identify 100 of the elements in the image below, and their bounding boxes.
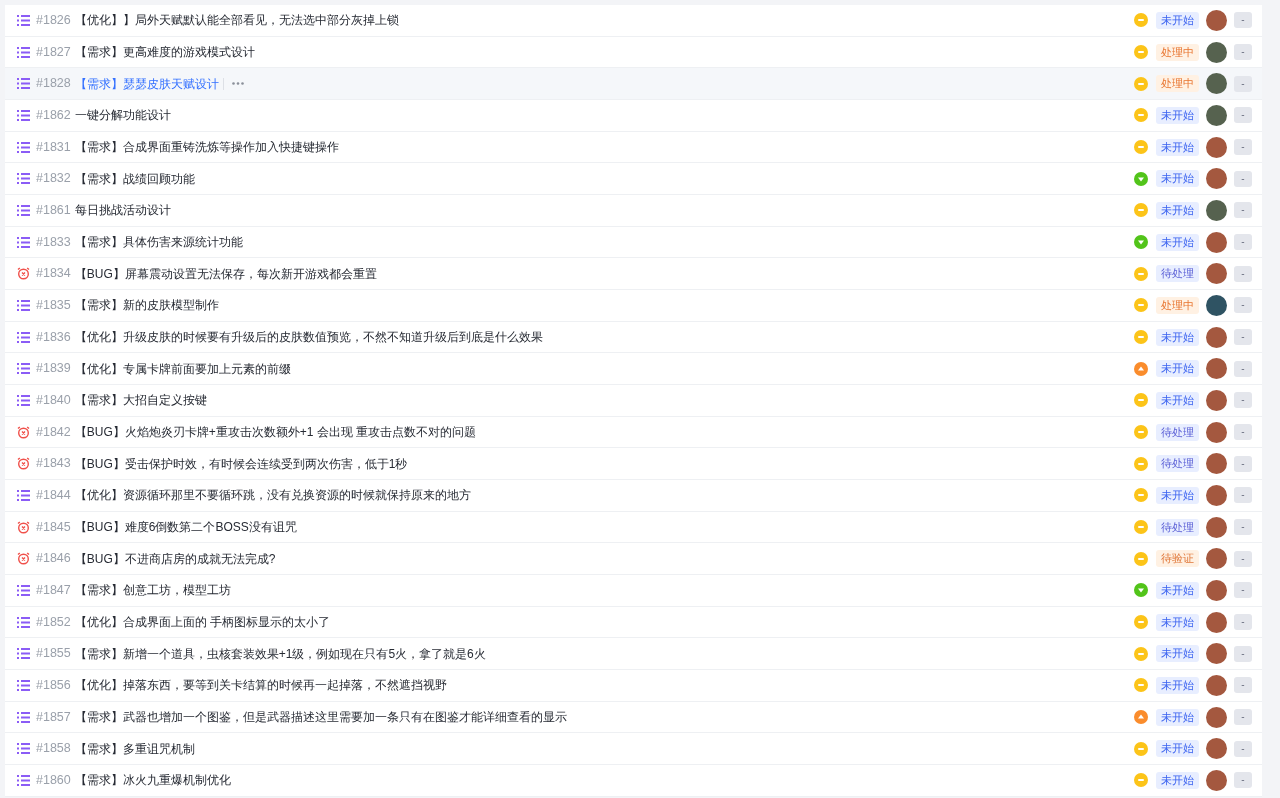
status-tag[interactable]: 处理中: [1156, 43, 1199, 61]
field-value[interactable]: -: [1234, 550, 1252, 567]
status-tag[interactable]: 未开始: [1156, 771, 1199, 789]
issue-title[interactable]: 【需求】战绩回顾功能: [74, 169, 195, 188]
avatar-icon[interactable]: [1206, 579, 1227, 601]
status-tag[interactable]: 未开始: [1156, 11, 1199, 29]
field-value[interactable]: -: [1234, 740, 1252, 757]
status-tag[interactable]: 未开始: [1156, 645, 1199, 663]
field-value[interactable]: -: [1234, 614, 1252, 631]
status-tag[interactable]: 处理中: [1156, 75, 1199, 93]
issue-title[interactable]: 【需求】多重诅咒机制: [74, 739, 195, 758]
avatar-icon[interactable]: [1206, 358, 1227, 380]
status-tag[interactable]: 未开始: [1156, 233, 1199, 251]
field-value[interactable]: -: [1234, 582, 1252, 599]
issue-title[interactable]: 【优化】资源循环那里不要循环跳，没有兑换资源的时候就保持原来的地方: [74, 486, 471, 505]
avatar-icon[interactable]: [1206, 73, 1227, 95]
avatar-icon[interactable]: [1206, 294, 1227, 316]
issue-title[interactable]: 【优化】掉落东西，要等到关卡结算的时候再一起掉落，不然遮挡视野: [74, 676, 447, 695]
status-tag[interactable]: 待处理: [1156, 265, 1199, 283]
issue-title[interactable]: 【需求】瑟瑟皮肤天赋设计: [74, 74, 219, 93]
field-value[interactable]: -: [1234, 392, 1252, 409]
avatar-icon[interactable]: [1206, 326, 1227, 348]
field-value[interactable]: -: [1234, 360, 1252, 377]
status-tag[interactable]: 未开始: [1156, 328, 1199, 346]
avatar-icon[interactable]: [1206, 674, 1227, 696]
issue-title[interactable]: 【优化】专属卡牌前面要加上元素的前缀: [74, 359, 291, 378]
field-value[interactable]: -: [1234, 265, 1252, 282]
avatar-icon[interactable]: [1206, 769, 1227, 791]
avatar-icon[interactable]: [1206, 738, 1227, 760]
field-value[interactable]: -: [1234, 139, 1252, 155]
issue-title[interactable]: 【BUG】火焰炮炎刃卡牌+重攻击次数额外+1 会出现 重攻击点数不对的问题: [74, 423, 477, 442]
status-tag[interactable]: 未开始: [1156, 360, 1199, 378]
field-value[interactable]: -: [1234, 519, 1252, 536]
avatar-icon[interactable]: [1206, 548, 1227, 570]
more-icon[interactable]: [231, 82, 244, 86]
field-value[interactable]: -: [1234, 424, 1252, 441]
issue-title[interactable]: 【需求】武器也增加一个图鉴，但是武器描述这里需要加一条只有在图鉴才能详细查看的显示: [74, 708, 567, 727]
avatar-icon[interactable]: [1206, 263, 1227, 285]
avatar-icon[interactable]: [1206, 484, 1227, 506]
status-tag[interactable]: 未开始: [1156, 708, 1199, 726]
avatar-icon[interactable]: [1206, 168, 1227, 190]
status-tag[interactable]: 未开始: [1156, 740, 1199, 758]
avatar-icon[interactable]: [1206, 611, 1227, 633]
issue-title[interactable]: 【需求】冰火九重爆机制优化: [74, 771, 231, 790]
field-value[interactable]: -: [1234, 297, 1252, 314]
status-tag[interactable]: 待验证: [1156, 550, 1199, 568]
issue-title[interactable]: 一键分解功能设计: [74, 106, 171, 125]
issue-title[interactable]: 【优化】合成界面上面的 手柄图标显示的太小了: [74, 613, 331, 632]
avatar-icon[interactable]: [1206, 104, 1227, 126]
issue-title[interactable]: 每日挑战活动设计: [74, 201, 171, 220]
issue-title[interactable]: 【优化】】局外天赋默认能全部看见，无法选中部分灰掉上锁: [74, 11, 399, 30]
issue-title[interactable]: 【需求】新增一个道具，虫核套装效果+1级，例如现在只有5火，拿了就是6火: [74, 644, 486, 663]
status-tag[interactable]: 未开始: [1156, 201, 1199, 219]
issue-row[interactable]: #1828 【需求】瑟瑟皮肤天赋设计 处理中 -: [5, 68, 1262, 100]
status-tag[interactable]: 未开始: [1156, 170, 1199, 188]
field-value[interactable]: -: [1234, 772, 1252, 789]
avatar-icon[interactable]: [1206, 643, 1227, 665]
avatar-icon[interactable]: [1206, 41, 1227, 63]
issue-title[interactable]: 【优化】升级皮肤的时候要有升级后的皮肤数值预览，不然不知道升级后到底是什么效果: [74, 328, 543, 347]
status-tag[interactable]: 未开始: [1156, 486, 1199, 504]
status-tag[interactable]: 未开始: [1156, 106, 1199, 124]
field-value[interactable]: -: [1234, 329, 1252, 346]
status-tag[interactable]: 待处理: [1156, 455, 1199, 473]
issue-title[interactable]: 【需求】合成界面重铸洗炼等操作加入快捷键操作: [74, 138, 339, 156]
field-value[interactable]: -: [1234, 44, 1252, 60]
avatar-icon[interactable]: [1206, 231, 1227, 253]
avatar-icon[interactable]: [1206, 389, 1227, 411]
avatar-icon[interactable]: [1206, 453, 1227, 475]
issue-title[interactable]: 【BUG】屏幕震动设置无法保存，每次新开游戏都会重置: [74, 264, 377, 283]
field-value[interactable]: -: [1234, 455, 1252, 472]
field-value[interactable]: -: [1234, 234, 1252, 251]
status-tag[interactable]: 未开始: [1156, 138, 1199, 156]
field-value[interactable]: -: [1234, 645, 1252, 662]
issue-title[interactable]: 【BUG】不进商店房的成就无法完成?: [74, 549, 276, 568]
field-value[interactable]: -: [1234, 709, 1252, 726]
avatar-icon[interactable]: [1206, 706, 1227, 728]
issue-title[interactable]: 【需求】大招自定义按键: [74, 391, 207, 410]
status-tag[interactable]: 未开始: [1156, 613, 1199, 631]
issue-title[interactable]: 【BUG】难度6倒数第二个BOSS没有诅咒: [74, 518, 297, 537]
field-value[interactable]: -: [1234, 487, 1252, 504]
avatar-icon[interactable]: [1206, 199, 1227, 221]
status-tag[interactable]: 处理中: [1156, 296, 1199, 314]
status-tag[interactable]: 待处理: [1156, 518, 1199, 536]
status-tag[interactable]: 未开始: [1156, 391, 1199, 409]
status-tag[interactable]: 未开始: [1156, 581, 1199, 599]
avatar-icon[interactable]: [1206, 136, 1227, 158]
issue-title[interactable]: 【需求】更高难度的游戏模式设计: [74, 43, 255, 61]
field-value[interactable]: -: [1234, 677, 1252, 694]
status-tag[interactable]: 未开始: [1156, 676, 1199, 694]
avatar-icon[interactable]: [1206, 9, 1227, 31]
field-value[interactable]: -: [1234, 75, 1252, 92]
issue-title[interactable]: 【需求】具体伤害来源统计功能: [74, 233, 243, 252]
field-value[interactable]: -: [1234, 12, 1252, 29]
field-value[interactable]: -: [1234, 202, 1252, 219]
field-value[interactable]: -: [1234, 107, 1252, 124]
field-value[interactable]: -: [1234, 170, 1252, 187]
issue-title[interactable]: 【BUG】受击保护时效，有时候会连续受到两次伤害，低于1秒: [74, 454, 408, 473]
avatar-icon[interactable]: [1206, 516, 1227, 538]
issue-title[interactable]: 【需求】创意工坊，模型工坊: [74, 581, 231, 600]
issue-title[interactable]: 【需求】新的皮肤模型制作: [74, 296, 219, 315]
